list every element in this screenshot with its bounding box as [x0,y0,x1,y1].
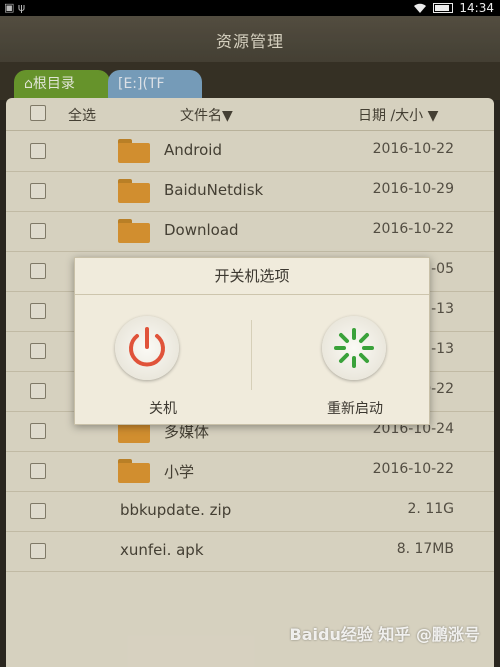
dialog-title: 开关机选项 [75,258,429,295]
shutdown-button[interactable]: 关机 [75,294,251,424]
shutdown-label: 关机 [149,401,177,417]
restart-button[interactable]: 重新启动 [252,294,428,424]
restart-label: 重新启动 [327,401,383,417]
restart-spinner-icon [322,316,386,380]
power-options-dialog: 开关机选项 关机 重新启动 [74,257,430,425]
watermark: Baidu经验 知乎 @鹏涨号 [289,625,480,644]
power-icon [115,316,179,380]
